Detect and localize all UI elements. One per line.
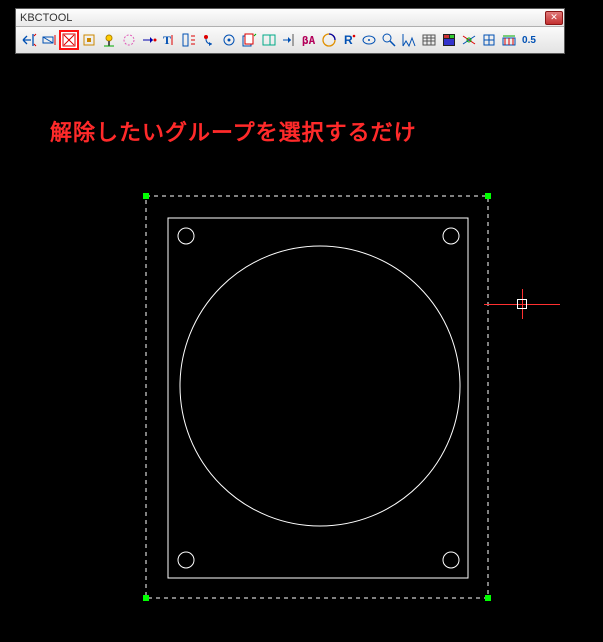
tool-1[interactable] — [19, 30, 39, 50]
shape-outer-square[interactable] — [168, 218, 468, 578]
shape-corner-hole[interactable] — [443, 552, 459, 568]
tool-3-ungroup[interactable] — [59, 30, 79, 50]
tool-12[interactable] — [239, 30, 259, 50]
tool-11[interactable] — [219, 30, 239, 50]
selection-handle[interactable] — [143, 595, 149, 601]
tool-26[interactable]: 0.5 — [519, 30, 539, 50]
cad-canvas — [0, 0, 603, 642]
tool-26-label: 0.5 — [522, 35, 536, 46]
shape-corner-hole[interactable] — [443, 228, 459, 244]
annotation-text: 解除したいグループを選択するだけ — [50, 115, 417, 147]
tool-14[interactable] — [279, 30, 299, 50]
shape-corner-hole[interactable] — [178, 228, 194, 244]
shape-corner-hole[interactable] — [178, 552, 194, 568]
tool-16[interactable] — [319, 30, 339, 50]
tool-10[interactable] — [199, 30, 219, 50]
tool-23[interactable] — [459, 30, 479, 50]
tool-9[interactable] — [179, 30, 199, 50]
svg-text:R: R — [344, 33, 353, 47]
selection-handle[interactable] — [485, 193, 491, 199]
tool-6[interactable] — [119, 30, 139, 50]
kbctool-window: KBCTOOL ✕ — [15, 8, 565, 54]
svg-text:βA: βA — [302, 34, 316, 47]
tool-22[interactable] — [439, 30, 459, 50]
tool-24[interactable] — [479, 30, 499, 50]
tool-8[interactable]: T — [159, 30, 179, 50]
tool-18[interactable] — [359, 30, 379, 50]
tool-17[interactable]: R — [339, 30, 359, 50]
tool-15[interactable]: βA — [299, 30, 319, 50]
tool-2[interactable] — [39, 30, 59, 50]
selection-handle[interactable] — [485, 595, 491, 601]
selection-handle[interactable] — [143, 193, 149, 199]
tool-25[interactable] — [499, 30, 519, 50]
close-button[interactable]: ✕ — [545, 11, 563, 25]
tool-4[interactable] — [79, 30, 99, 50]
window-title: KBCTOOL — [20, 12, 72, 24]
tool-7[interactable] — [139, 30, 159, 50]
tool-13[interactable] — [259, 30, 279, 50]
tool-19[interactable] — [379, 30, 399, 50]
titlebar[interactable]: KBCTOOL ✕ — [16, 9, 564, 27]
shape-center-circle[interactable] — [180, 246, 460, 526]
cursor-pickbox — [517, 299, 527, 309]
tool-21[interactable] — [419, 30, 439, 50]
toolbar: T βA — [16, 27, 564, 53]
selection-marquee — [146, 196, 488, 598]
tool-20[interactable] — [399, 30, 419, 50]
close-icon: ✕ — [550, 13, 558, 22]
tool-5[interactable] — [99, 30, 119, 50]
svg-text:T: T — [163, 33, 171, 47]
